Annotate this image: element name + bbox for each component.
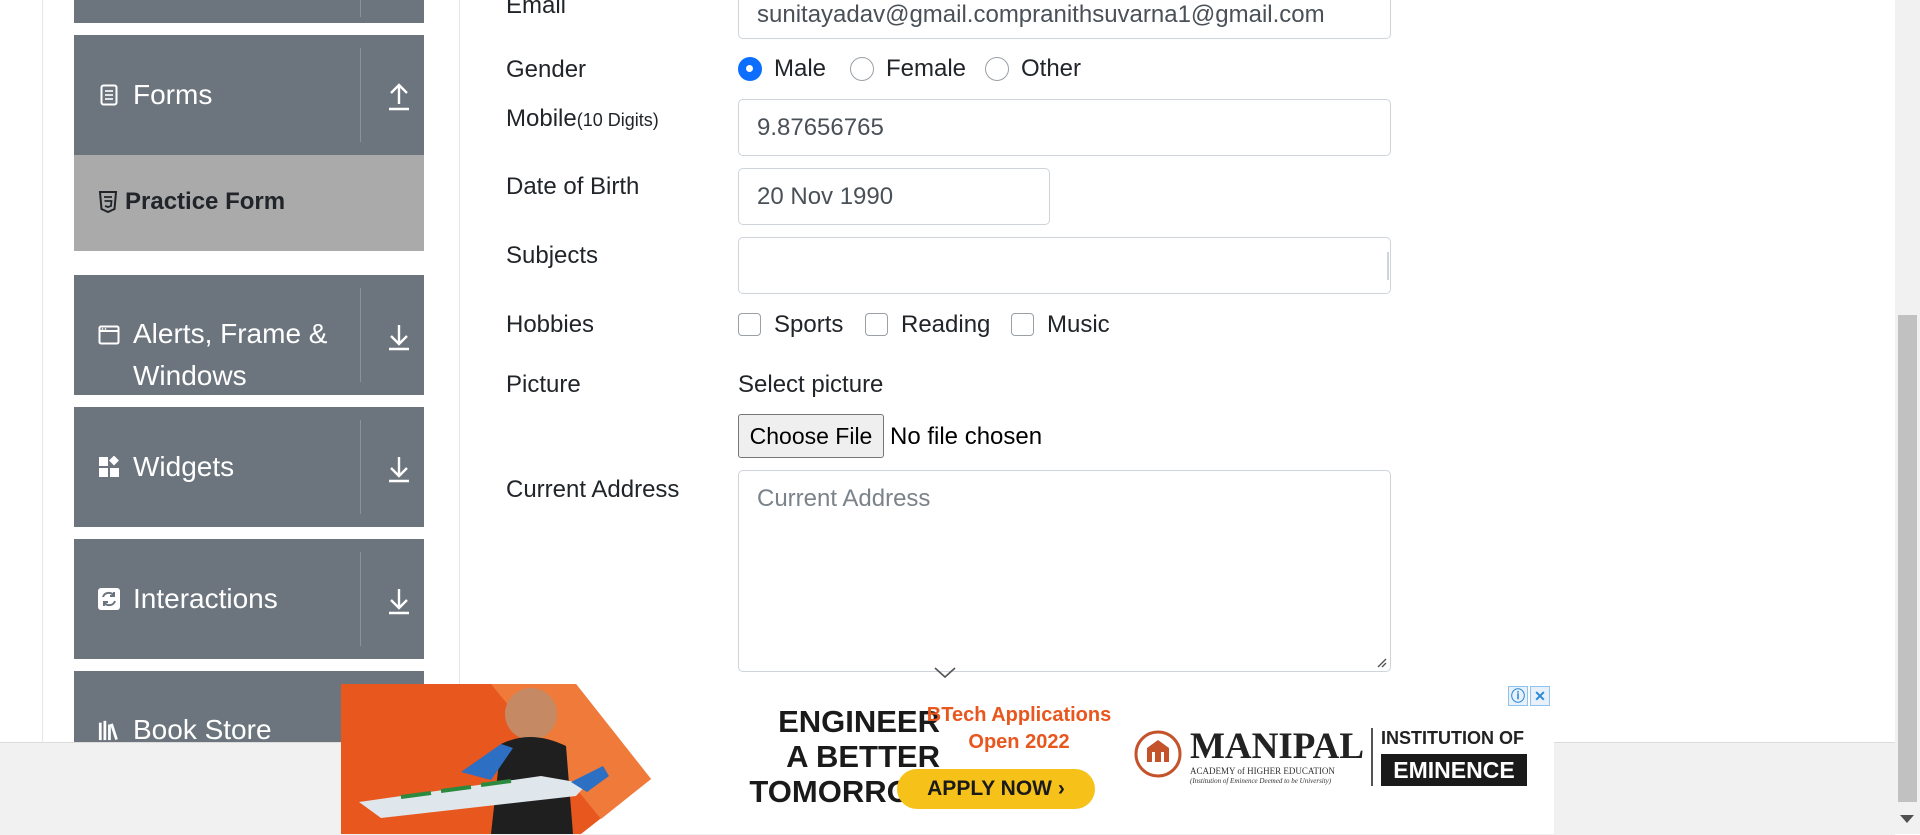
scroll-down-arrow-icon[interactable] bbox=[1900, 815, 1914, 823]
document-icon bbox=[98, 84, 120, 106]
hobby-music-checkbox[interactable] bbox=[1011, 313, 1034, 336]
choose-file-button[interactable]: Choose File bbox=[738, 414, 884, 458]
group-divider bbox=[360, 420, 361, 514]
sidebar-left-border bbox=[42, 0, 43, 742]
hobby-sports-checkbox[interactable] bbox=[738, 313, 761, 336]
sidebar-group-label: Forms bbox=[133, 79, 213, 110]
ad-headline-line: ENGINEER bbox=[778, 704, 940, 739]
email-label: Email bbox=[506, 0, 567, 19]
hobbies-label: Hobbies bbox=[506, 311, 595, 338]
ad-institution-text: INSTITUTION OF bbox=[1381, 728, 1524, 748]
hobby-music-label[interactable]: Music bbox=[1047, 310, 1110, 340]
widgets-icon bbox=[98, 456, 120, 478]
manipal-logo-icon bbox=[1134, 730, 1182, 778]
address-label: Current Address bbox=[506, 476, 680, 503]
subjects-input[interactable] bbox=[738, 237, 1391, 294]
mobile-hint: (10 Digits) bbox=[576, 110, 659, 130]
gender-male-radio[interactable] bbox=[738, 57, 762, 81]
group-divider bbox=[360, 552, 361, 646]
ad-close-icon[interactable]: ✕ bbox=[1530, 686, 1550, 706]
sidebar-group-elements-partial[interactable] bbox=[74, 0, 424, 23]
gender-female-radio[interactable] bbox=[850, 57, 874, 81]
gender-male-label[interactable]: Male bbox=[774, 54, 826, 84]
group-divider bbox=[360, 288, 361, 382]
ad-headline-line: A BETTER bbox=[786, 739, 940, 774]
expand-arrow-down-icon[interactable] bbox=[386, 454, 412, 484]
group-divider bbox=[360, 0, 361, 17]
sidebar-group-alerts-frame-windows[interactable]: Alerts, Frame & Windows bbox=[74, 275, 424, 395]
select-picture-label: Select picture bbox=[738, 371, 884, 398]
sidebar-group-widgets[interactable]: Widgets bbox=[74, 407, 424, 527]
sidebar-group-label: Interactions bbox=[133, 583, 278, 614]
mobile-label-text: Mobile bbox=[506, 105, 577, 132]
ad-btech-line: Open 2022 bbox=[968, 731, 1070, 753]
hobby-reading-checkbox[interactable] bbox=[865, 313, 888, 336]
content-left-border bbox=[459, 0, 460, 742]
window-icon bbox=[98, 324, 120, 346]
sidebar-item-practice-form[interactable]: Practice Form bbox=[74, 155, 424, 251]
gender-label: Gender bbox=[506, 56, 587, 83]
email-value: sunitayadav@gmail.compranithsuvarna1@gma… bbox=[757, 0, 1325, 28]
chevron-down-icon[interactable] bbox=[933, 666, 957, 680]
collapse-arrow-up-icon[interactable] bbox=[386, 82, 412, 112]
mobile-input[interactable]: 9.87656765 bbox=[738, 99, 1391, 156]
books-icon bbox=[98, 719, 120, 741]
hobby-reading-label[interactable]: Reading bbox=[901, 310, 990, 340]
ad-apply-now-button[interactable]: APPLY NOW › bbox=[897, 769, 1095, 809]
address-textarea[interactable]: Current Address bbox=[738, 470, 1391, 672]
interactions-icon bbox=[98, 588, 120, 610]
sidebar-group-label-line2: Windows bbox=[133, 360, 247, 391]
ad-btech-line: BTech Applications bbox=[926, 704, 1112, 726]
ad-info-icon[interactable]: ⓘ bbox=[1508, 686, 1528, 706]
picture-label: Picture bbox=[506, 371, 581, 398]
file-status: No file chosen bbox=[890, 423, 1043, 450]
mobile-value: 9.87656765 bbox=[757, 113, 884, 141]
subjects-label: Subjects bbox=[506, 242, 599, 269]
group-divider bbox=[360, 48, 361, 142]
ad-brand-name: MANIPAL bbox=[1190, 726, 1365, 767]
ad-btech-text: BTech Applications Open 2022 bbox=[907, 702, 1131, 756]
email-input[interactable]: sunitayadav@gmail.compranithsuvarna1@gma… bbox=[738, 0, 1391, 39]
dob-value: 20 Nov 1990 bbox=[757, 182, 894, 210]
expand-arrow-down-icon[interactable] bbox=[386, 586, 412, 616]
expand-arrow-down-icon[interactable] bbox=[386, 322, 412, 352]
subjects-cursor bbox=[1387, 252, 1389, 280]
advertisement-banner[interactable]: ENGINEER A BETTER TOMORROW BTech Applica… bbox=[341, 684, 1554, 834]
dob-label: Date of Birth bbox=[506, 173, 640, 200]
sidebar-group-label: Book Store bbox=[133, 714, 272, 742]
dob-input[interactable]: 20 Nov 1990 bbox=[738, 168, 1050, 225]
resize-handle-icon[interactable] bbox=[1375, 656, 1387, 668]
gender-female-label[interactable]: Female bbox=[886, 54, 966, 84]
ad-eminence-text: EMINENCE bbox=[1381, 754, 1527, 786]
sidebar-group-interactions[interactable]: Interactions bbox=[74, 539, 424, 659]
mobile-label: Mobile(10 Digits) bbox=[506, 104, 659, 135]
ad-separator bbox=[1371, 728, 1373, 786]
sidebar-group-label-line1: Alerts, Frame & bbox=[133, 318, 328, 349]
gender-other-radio[interactable] bbox=[985, 57, 1009, 81]
hobby-sports-label[interactable]: Sports bbox=[774, 310, 843, 340]
sidebar-group-label: Widgets bbox=[133, 451, 235, 482]
html5-icon bbox=[98, 191, 118, 213]
ad-engineer-image bbox=[341, 684, 651, 834]
scrollbar-thumb[interactable] bbox=[1898, 315, 1917, 802]
gender-other-label[interactable]: Other bbox=[1021, 54, 1081, 84]
sidebar-item-label: Practice Form bbox=[125, 188, 286, 215]
sidebar-group-forms[interactable]: Forms bbox=[74, 35, 424, 155]
address-placeholder: Current Address bbox=[757, 485, 931, 512]
